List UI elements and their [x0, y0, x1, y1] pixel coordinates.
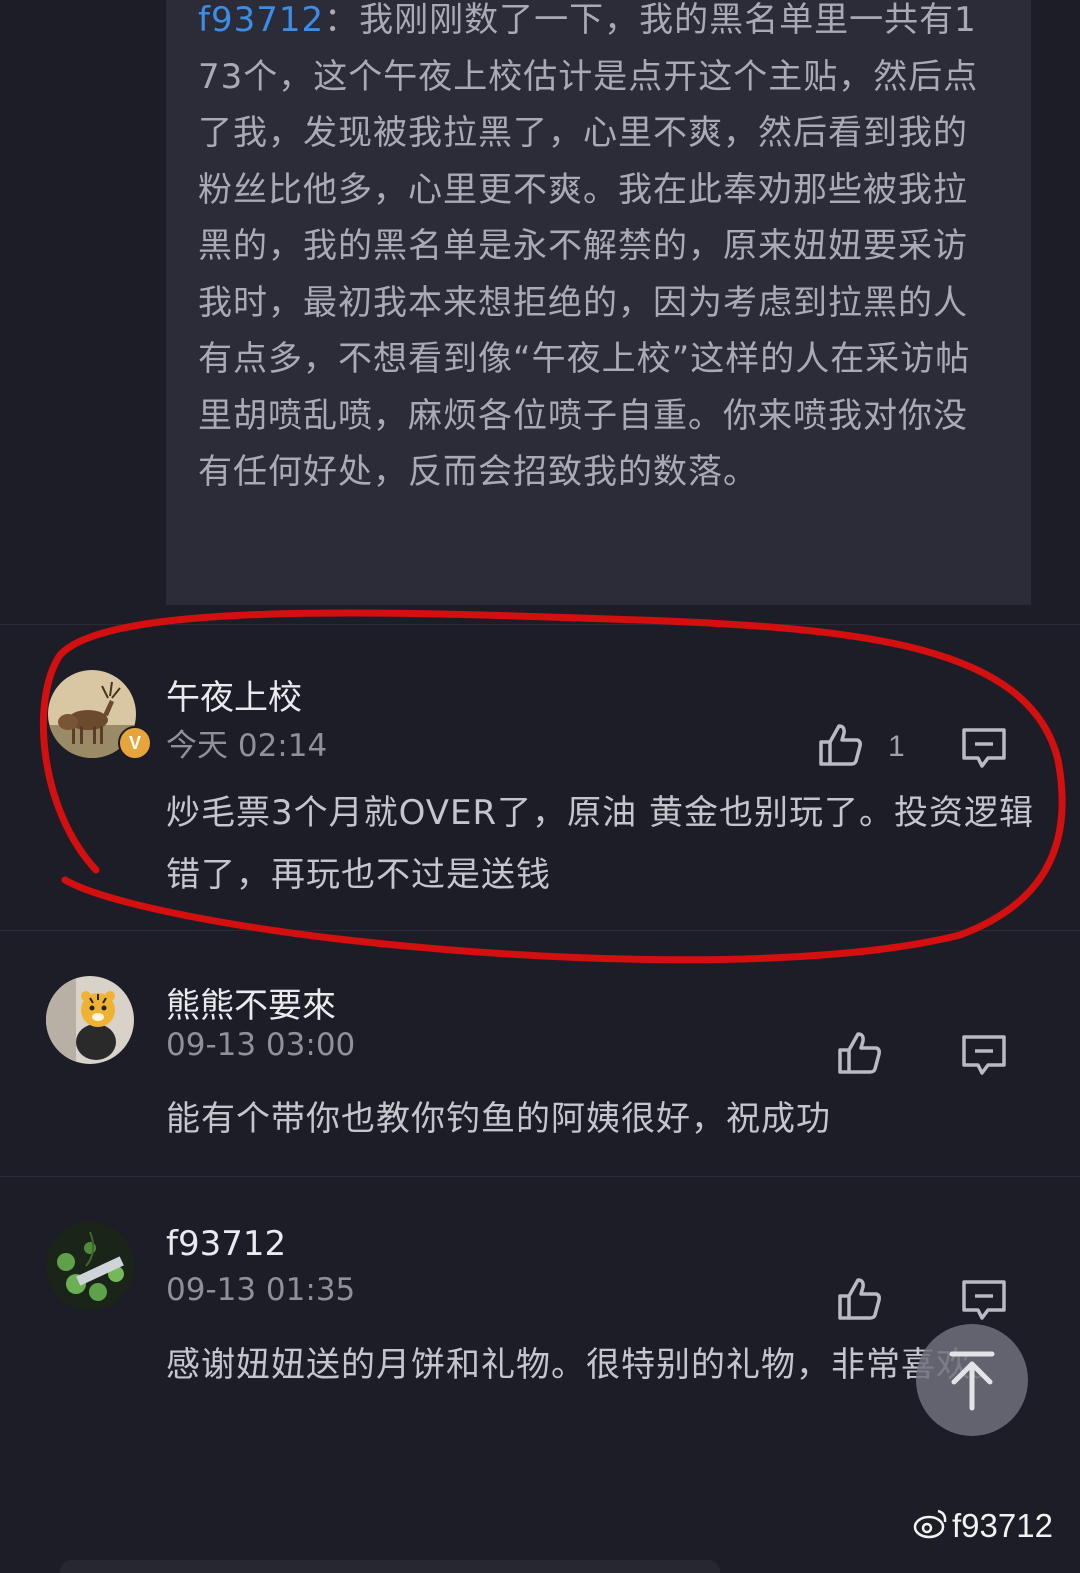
thumbs-up-icon [838, 1032, 881, 1074]
divider [0, 930, 1080, 931]
quoted-reply-text: f93712：我刚刚数了一下，我的黑名单里一共有173个，这个午夜上校估计是点开… [198, 0, 988, 501]
quoted-author-link[interactable]: f93712 [198, 0, 324, 40]
arrow-up-icon [949, 1351, 995, 1411]
like-count: 1 [888, 730, 905, 763]
comment-timestamp: 09-13 01:35 [166, 1272, 356, 1308]
reply-button[interactable] [958, 1274, 1010, 1326]
watermark-text: f93712 [952, 1507, 1053, 1544]
comment-username[interactable]: 熊熊不要來 [166, 978, 336, 1027]
comment-text: 能有个带你也教你钓鱼的阿姨很好，祝成功 [166, 1099, 831, 1139]
comment-timestamp: 09-13 03:00 [166, 1027, 356, 1063]
like-button[interactable] [834, 1028, 886, 1080]
comment-username[interactable]: 午夜上校 [166, 670, 302, 719]
quoted-reply-body: 我刚刚数了一下，我的黑名单里一共有173个，这个午夜上校估计是点开这个主贴，然后… [198, 0, 979, 492]
tiger-plush-avatar-icon[interactable] [46, 976, 134, 1064]
comment-icon [962, 728, 1006, 768]
comment-timestamp: 今天 02:14 [166, 728, 328, 764]
like-button[interactable] [834, 1274, 886, 1326]
bottom-input-bar[interactable] [60, 1560, 720, 1573]
quote-separator: ： [324, 0, 360, 40]
thumbs-up-icon [819, 724, 862, 766]
comment-icon [962, 1035, 1006, 1075]
weibo-logo-icon [913, 1509, 947, 1539]
scroll-to-top-button[interactable] [916, 1324, 1028, 1436]
comment-text: 感谢妞妞送的月饼和礼物。很特别的礼物，非常喜欢。 [166, 1345, 1006, 1385]
comment-text: 炒毛票3个月就OVER了，原油 黄金也别玩了。投资逻辑错了，再玩也不过是送钱 [166, 793, 1034, 895]
reply-button[interactable] [958, 1029, 1010, 1081]
plant-avatar-icon[interactable] [46, 1222, 134, 1310]
comment-username[interactable]: f93712 [166, 1224, 286, 1264]
weibo-watermark: f93712 [912, 1505, 1053, 1545]
reply-button[interactable] [958, 722, 1010, 774]
divider [0, 624, 1080, 625]
divider [0, 1176, 1080, 1177]
like-button[interactable] [815, 720, 867, 772]
thumbs-up-icon [838, 1278, 881, 1320]
verified-badge-icon: V [118, 726, 152, 760]
comment-icon [962, 1280, 1006, 1320]
